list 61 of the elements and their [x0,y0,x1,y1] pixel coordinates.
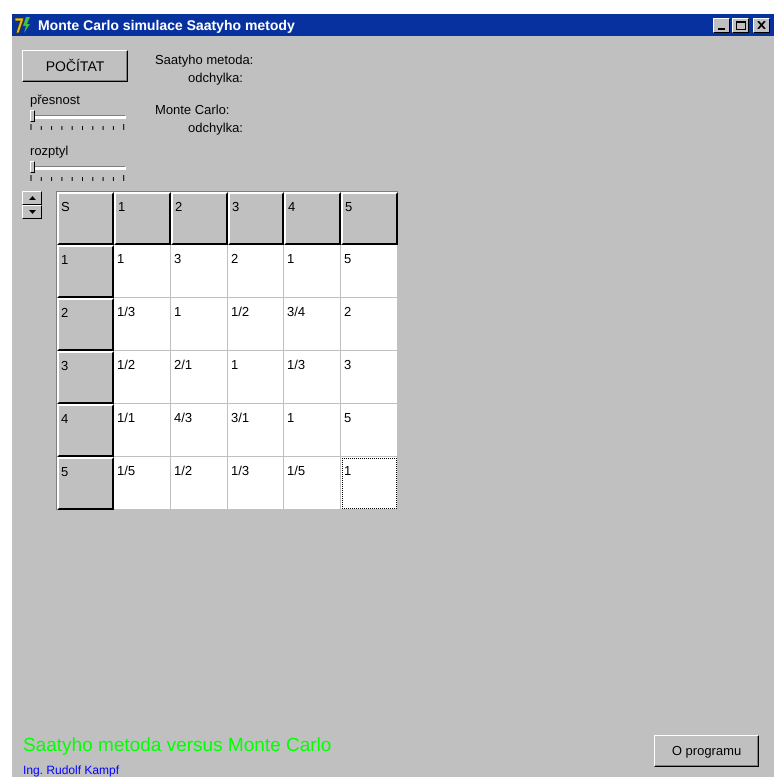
header-cell: 5 [341,192,398,245]
slider-label: přesnost [30,92,81,108]
slider-label: rozptyl [30,143,70,159]
slider-track[interactable] [30,110,126,130]
header-cell: 3 [57,351,114,404]
table-cell[interactable]: 1/1 [114,404,171,457]
maximize-button[interactable] [732,18,749,32]
table-cell[interactable]: 3/1 [228,404,284,457]
slider-thumb[interactable] [30,161,35,173]
table-cell[interactable]: 2/1 [171,351,228,404]
table-cell[interactable]: 4/3 [171,404,228,457]
header-cell: 5 [57,457,114,510]
table-cell[interactable]: 2 [228,245,284,298]
table-cell[interactable]: 1/3 [228,457,284,510]
slider-track[interactable] [30,161,126,181]
table-cell[interactable]: 1 [341,457,398,510]
maximize-icon [736,20,746,30]
header-cell: 2 [171,192,228,245]
header-cell: 4 [284,192,341,245]
table-cell[interactable]: 5 [341,245,398,298]
close-button[interactable] [753,18,770,32]
headline: Saatyho metoda versus Monte Carlo [23,735,332,757]
table-cell[interactable]: 1/2 [171,457,228,510]
table-cell[interactable]: 1/3 [114,298,171,351]
table-cell[interactable]: 3/4 [284,298,341,351]
table-cell[interactable]: 1/5 [114,457,171,510]
spin-down-button[interactable] [22,205,42,219]
table-cell[interactable]: 1 [114,245,171,298]
result-heading: Monte Carlo: [155,101,230,119]
result-heading: Saatyho metoda: [155,51,254,69]
deviation-label: odchylka: [187,69,244,87]
down-arrow-icon [28,210,36,214]
close-icon [757,21,766,29]
table-cell[interactable]: 1 [284,404,341,457]
table-cell[interactable]: 1 [228,351,284,404]
about-button[interactable]: O programu [654,735,759,767]
author-name: Ing. Rudolf Kampf [23,763,120,777]
table-cell[interactable]: 1 [284,245,341,298]
up-arrow-icon [28,196,36,200]
header-cell: 2 [57,298,114,351]
header-cell: 1 [57,245,114,298]
spin-up-button[interactable] [22,191,42,205]
table-cell[interactable]: 1/5 [284,457,341,510]
table-cell[interactable]: 5 [341,404,398,457]
table-cell[interactable]: 1/2 [114,351,171,404]
deviation-label: odchylka: [187,119,244,137]
compute-button[interactable]: POČÍTAT [22,50,128,82]
header-cell: S [57,192,114,245]
header-cell: 1 [114,192,171,245]
table-cell[interactable]: 3 [171,245,228,298]
table-cell[interactable]: 1 [171,298,228,351]
window-title: Monte Carlo simulace Saatyho metody [38,16,295,35]
header-cell: 3 [228,192,284,245]
table-cell[interactable]: 1/2 [228,298,284,351]
minimize-icon [718,28,725,30]
header-cell: 4 [57,404,114,457]
table-cell[interactable]: 3 [341,351,398,404]
slider-thumb[interactable] [30,110,35,122]
minimize-button[interactable] [713,18,730,32]
table-cell[interactable]: 2 [341,298,398,351]
table-cell[interactable]: 1/3 [284,351,341,404]
